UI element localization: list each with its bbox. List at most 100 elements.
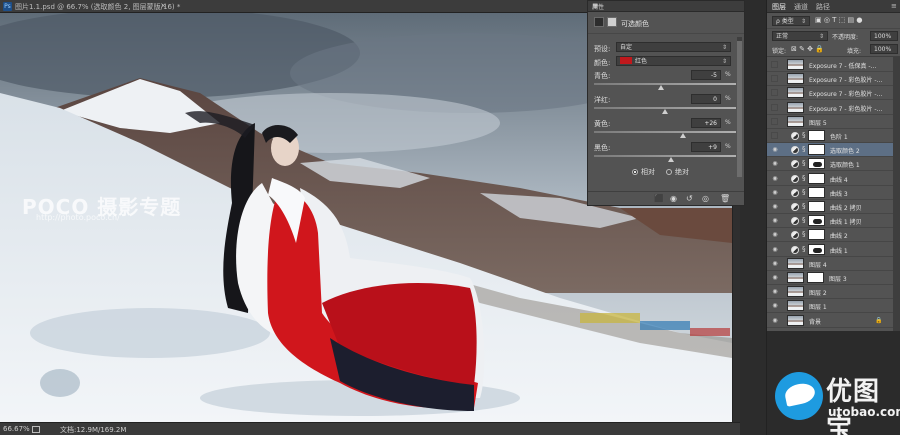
properties-scroll-thumb[interactable]	[737, 41, 742, 177]
adjustment-layer-icon	[791, 146, 799, 155]
layers-scrollbar[interactable]	[893, 57, 900, 331]
slider-track[interactable]	[594, 131, 736, 133]
link-icon[interactable]: §	[802, 131, 806, 139]
layer-row[interactable]: ◉ 图层 3	[767, 271, 893, 285]
layer-mask-thumbnail[interactable]	[808, 144, 825, 156]
reset-icon[interactable]: ↺	[686, 194, 693, 203]
method-relative-radio[interactable]: 相对	[632, 167, 655, 177]
tab-paths[interactable]: 路径	[816, 2, 830, 12]
visibility-eye-icon[interactable]: ◉	[771, 217, 779, 224]
layer-row[interactable]: ◉ 图层 2	[767, 285, 893, 300]
layer-mask-thumbnail[interactable]	[808, 243, 825, 255]
slider-value-field[interactable]: +26	[691, 118, 721, 128]
slider-value-field[interactable]: -5	[691, 70, 721, 80]
layer-row[interactable]: Exposure 7 - 彩色胶片 -...	[767, 72, 893, 87]
visibility-eye-icon[interactable]	[771, 61, 778, 68]
slider-value-field[interactable]: 0	[691, 94, 721, 104]
visibility-eye-icon[interactable]: ◉	[771, 175, 779, 182]
layers-panel: 图层 通道 路径 ≡ ρ 类型 ⇕ ▣ ◎ T ⬚ ▤ ● 正常 ⇕ 不透明度:…	[766, 0, 900, 435]
fill-field[interactable]: 100%	[870, 44, 898, 54]
filter-icons[interactable]: ▣ ◎ T ⬚ ▤ ●	[815, 16, 862, 24]
close-tab-icon[interactable]: ×	[160, 1, 167, 10]
mask-icon[interactable]	[607, 17, 617, 27]
lock-icons[interactable]: ⊠ ✎ ✥ 🔒	[791, 45, 824, 53]
layer-mask-thumbnail[interactable]	[807, 272, 824, 283]
visibility-eye-icon[interactable]: ◉	[771, 246, 779, 253]
tab-channels[interactable]: 通道	[794, 2, 808, 12]
layer-mask-thumbnail[interactable]	[808, 201, 825, 212]
chevron-down-icon: ⇕	[800, 18, 806, 25]
doc-size-readout[interactable]: 文档:12.9M/169.2M	[60, 425, 126, 435]
visibility-eye-icon[interactable]: ◉	[771, 302, 779, 309]
layer-row[interactable]: ◉ § 选取颜色 2	[767, 143, 893, 158]
visibility-eye-icon[interactable]: ◉	[771, 189, 779, 196]
layer-row[interactable]: ◉ 图层 4	[767, 257, 893, 271]
layer-row[interactable]: Exposure 7 - 低保真 -...	[767, 58, 893, 72]
trash-icon[interactable]: 🗑	[720, 194, 730, 203]
visibility-eye-icon[interactable]: ◉	[771, 231, 779, 238]
link-icon[interactable]: §	[802, 145, 806, 153]
visibility-icon[interactable]: ◎	[702, 194, 709, 203]
tab-layers[interactable]: 图层	[772, 2, 786, 12]
slider-track[interactable]	[594, 155, 736, 157]
visibility-eye-icon[interactable]	[771, 89, 778, 97]
visibility-eye-icon[interactable]: ◉	[771, 203, 779, 210]
panel-menu-icon[interactable]: ≡	[592, 1, 741, 10]
visibility-eye-icon[interactable]: ◉	[771, 288, 779, 295]
layer-mask-thumbnail[interactable]	[808, 186, 825, 198]
slider-thumb[interactable]	[658, 85, 665, 90]
layer-row[interactable]: ◉ § 选取颜色 1	[767, 157, 893, 172]
layer-mask-thumbnail[interactable]	[808, 158, 825, 170]
link-icon[interactable]: §	[802, 245, 806, 253]
layer-row[interactable]: Exposure 7 - 彩色胶片 -...	[767, 86, 893, 101]
properties-scrollbar[interactable]	[737, 37, 742, 177]
adjustment-icon[interactable]	[594, 17, 604, 27]
visibility-eye-icon[interactable]: ◉	[771, 146, 779, 153]
visibility-eye-icon[interactable]: ◉	[771, 274, 779, 281]
slider-thumb[interactable]	[680, 133, 687, 138]
link-icon[interactable]: §	[802, 174, 806, 182]
slider-value-field[interactable]: +9	[691, 142, 721, 152]
layer-row[interactable]: ◉ § 曲线 4	[767, 172, 893, 186]
slider-track[interactable]	[594, 83, 736, 85]
kind-filter-select[interactable]: ρ 类型 ⇕	[772, 16, 810, 26]
visibility-eye-icon[interactable]: ◉	[771, 317, 779, 324]
link-icon[interactable]: §	[802, 216, 806, 224]
opacity-field[interactable]: 100%	[870, 31, 898, 41]
link-icon[interactable]: §	[802, 159, 806, 167]
clip-to-layer-icon[interactable]: ⬛	[654, 194, 664, 203]
layer-row[interactable]: ◉ 图层 1	[767, 299, 893, 314]
layer-row[interactable]: ◉ § 曲线 3	[767, 186, 893, 200]
layer-row[interactable]: ◉ § 曲线 1	[767, 243, 893, 257]
layer-row[interactable]: ◉ § 曲线 1 拷贝	[767, 214, 893, 229]
properties-header[interactable]: 属性 ≡	[588, 1, 744, 12]
view-previous-icon[interactable]: ◉	[670, 194, 677, 203]
method-absolute-radio[interactable]: 绝对	[666, 167, 689, 177]
layer-row[interactable]: ◉ 背景 🔒	[767, 314, 893, 328]
visibility-eye-icon[interactable]	[771, 75, 778, 83]
link-icon[interactable]: §	[802, 188, 806, 196]
layer-mask-thumbnail[interactable]	[808, 130, 825, 141]
layer-mask-thumbnail[interactable]	[808, 172, 825, 184]
layer-mask-thumbnail[interactable]	[808, 215, 825, 227]
preset-select[interactable]: 自定 ⇕	[616, 42, 731, 52]
layer-row[interactable]: Exposure 7 - 彩色胶片 -...	[767, 101, 893, 115]
layer-row[interactable]: ◉ § 曲线 2 拷贝	[767, 200, 893, 214]
slider-thumb[interactable]	[668, 157, 675, 162]
panel-menu-icon[interactable]: ≡	[891, 2, 897, 10]
layer-row[interactable]: ◉ § 曲线 2	[767, 228, 893, 243]
colors-select[interactable]: 红色 ⇕	[616, 56, 731, 66]
slider-thumb[interactable]	[662, 109, 668, 114]
visibility-eye-icon[interactable]	[771, 103, 778, 111]
layer-row[interactable]: 图层 5	[767, 115, 893, 129]
blend-mode-select[interactable]: 正常 ⇕	[772, 31, 828, 41]
link-icon[interactable]: §	[802, 230, 806, 238]
layer-row[interactable]: § 色阶 1	[767, 129, 893, 143]
link-icon[interactable]: §	[802, 202, 806, 210]
visibility-eye-icon[interactable]	[771, 132, 778, 139]
zoom-readout[interactable]: 66.67%	[3, 425, 30, 433]
visibility-eye-icon[interactable]: ◉	[771, 260, 779, 267]
visibility-eye-icon[interactable]: ◉	[771, 160, 779, 167]
visibility-eye-icon[interactable]	[771, 117, 778, 125]
layer-mask-thumbnail[interactable]	[808, 229, 825, 241]
